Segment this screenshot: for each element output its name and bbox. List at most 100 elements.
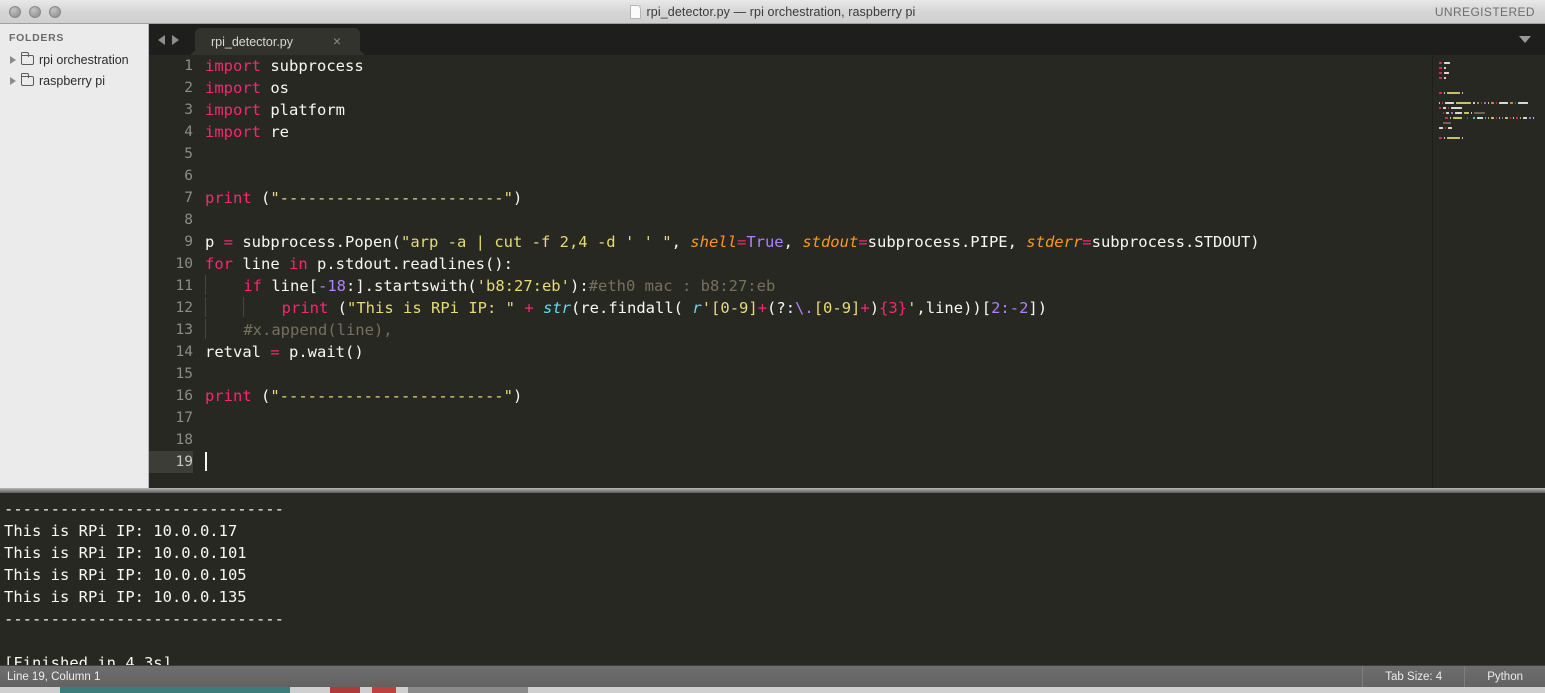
close-icon[interactable]: × xyxy=(333,33,341,50)
minimap-line xyxy=(1439,141,1541,145)
code-line[interactable]: 9p = subprocess.Popen("arp -a | cut -f 2… xyxy=(149,231,1545,253)
code-token: p xyxy=(205,233,224,251)
tab-size-status[interactable]: Tab Size: 4 xyxy=(1362,666,1464,688)
code-line[interactable]: 13 #x.append(line), xyxy=(149,319,1545,341)
minimap-line xyxy=(1439,81,1541,85)
line-code: retval = p.wait() xyxy=(205,341,364,363)
line-code: import platform xyxy=(205,99,345,121)
line-number: 2 xyxy=(184,80,193,96)
minimap-line xyxy=(1439,146,1541,150)
maximize-window-button[interactable] xyxy=(49,5,61,18)
code-token: = xyxy=(736,233,747,251)
code-token: if xyxy=(243,277,262,295)
build-output-panel[interactable]: ------------------------------ This is R… xyxy=(0,493,1545,665)
window-controls[interactable] xyxy=(9,5,61,18)
sidebar-item-folder-0[interactable]: rpi orchestration xyxy=(0,49,148,70)
window-title-group: rpi_detector.py — rpi orchestration, ras… xyxy=(0,0,1545,24)
tab-navigation[interactable] xyxy=(158,24,179,55)
code-line[interactable]: 8 xyxy=(149,209,1545,231)
sidebar: FOLDERS rpi orchestration raspberry pi xyxy=(0,24,149,488)
code-token: ) xyxy=(869,299,880,317)
code-token: ( xyxy=(251,387,271,405)
dock-item xyxy=(330,687,360,693)
folder-icon xyxy=(20,52,34,65)
chevron-down-icon[interactable] xyxy=(1519,36,1531,43)
code-line[interactable]: 4 import re xyxy=(149,121,1545,143)
code-token: #x.append(line), xyxy=(243,321,393,339)
code-line[interactable]: 19 xyxy=(149,451,1545,473)
code-token: ( xyxy=(328,299,347,317)
dock-item xyxy=(408,687,528,693)
line-code: p = subprocess.Popen("arp -a | cut -f 2,… xyxy=(205,231,1260,253)
code-line[interactable]: 14 retval = p.wait() xyxy=(149,341,1545,363)
minimap[interactable] xyxy=(1432,55,1545,488)
line-number: 16 xyxy=(175,388,193,404)
dock-item xyxy=(60,687,290,693)
status-bar-right: Tab Size: 4 Python xyxy=(1362,666,1545,688)
code-token: stdout xyxy=(802,233,859,251)
line-code: print ("------------------------") xyxy=(205,187,522,209)
line-number: 14 xyxy=(175,344,193,360)
chevron-right-icon[interactable] xyxy=(10,76,16,85)
close-window-button[interactable] xyxy=(9,5,21,18)
code-token: p.stdout.readlines(): xyxy=(307,255,513,273)
minimize-window-button[interactable] xyxy=(29,5,41,18)
line-code: if line[-18:].startswith('b8:27:eb'):#et… xyxy=(205,275,775,297)
code-token: "------------------------" xyxy=(270,387,513,405)
code-line[interactable]: 17 xyxy=(149,407,1545,429)
code-line[interactable]: 2 import os xyxy=(149,77,1545,99)
previous-tab-icon[interactable] xyxy=(158,34,165,45)
code-line[interactable]: 7 print ("------------------------") xyxy=(149,187,1545,209)
minimap-line xyxy=(1439,86,1541,90)
line-number: 4 xyxy=(184,124,193,140)
tab-rpi-detector[interactable]: rpi_detector.py × xyxy=(195,28,360,55)
code-line[interactable]: 6 xyxy=(149,165,1545,187)
minimap-line xyxy=(1439,96,1541,100)
code-line[interactable]: 3 import platform xyxy=(149,99,1545,121)
line-code: #x.append(line), xyxy=(205,319,393,341)
line-number: 3 xyxy=(184,102,193,118)
code-line[interactable]: 5 xyxy=(149,143,1545,165)
code-editor[interactable]: 1 import subprocess 2 import os 3 import plat… xyxy=(149,55,1545,488)
sidebar-item-folder-1[interactable]: raspberry pi xyxy=(0,70,148,91)
code-token: = xyxy=(858,233,868,251)
text-cursor xyxy=(205,452,207,471)
code-token: 2:-2 xyxy=(991,299,1029,317)
code-token: (?: xyxy=(767,299,796,317)
code-token: for xyxy=(205,255,233,273)
code-token: = xyxy=(270,343,280,361)
code-token: #eth0 mac : b8:27:eb xyxy=(588,277,776,295)
code-line[interactable]: 10 for line in p.stdout.readlines(): xyxy=(149,253,1545,275)
line-number: 5 xyxy=(184,146,193,162)
tab-bar: rpi_detector.py × xyxy=(149,24,1545,55)
code-token: subprocess.PIPE, xyxy=(867,233,1027,251)
code-line[interactable]: 16 print ("------------------------") xyxy=(149,385,1545,407)
code-line[interactable]: 15 xyxy=(149,363,1545,385)
code-token: ): xyxy=(569,277,589,295)
code-token: ) xyxy=(512,387,523,405)
code-line[interactable]: 12 print ("This is RPi IP: " + str(re.fi… xyxy=(149,297,1545,319)
next-tab-icon[interactable] xyxy=(172,34,179,45)
code-line[interactable]: 1 import subprocess xyxy=(149,55,1545,77)
code-token: "This is RPi IP: " xyxy=(347,299,515,317)
code-line[interactable]: 11 if line[-18:].startswith('b8:27:eb'):… xyxy=(149,275,1545,297)
code-token: (re.findall( xyxy=(571,299,693,317)
code-line[interactable]: 18 xyxy=(149,429,1545,451)
code-token: subprocess.Popen( xyxy=(233,233,401,251)
code-token: "------------------------" xyxy=(270,189,513,207)
code-token: + xyxy=(860,299,870,317)
code-token: [0-9] xyxy=(813,299,861,317)
code-content[interactable]: 1 import subprocess 2 import os 3 import plat… xyxy=(149,55,1545,488)
code-token: import xyxy=(205,101,261,119)
chevron-right-icon[interactable] xyxy=(10,55,16,64)
code-token: ,line))[ xyxy=(916,299,992,317)
line-code: print ("------------------------") xyxy=(205,385,522,407)
minimap-line xyxy=(1439,91,1541,95)
code-token: \. xyxy=(795,299,814,317)
line-code: import re xyxy=(205,121,289,143)
line-number: 7 xyxy=(184,190,193,206)
code-token: print xyxy=(281,299,329,317)
code-token: in xyxy=(289,255,308,273)
syntax-status[interactable]: Python xyxy=(1464,666,1545,688)
code-token: True xyxy=(746,233,784,251)
